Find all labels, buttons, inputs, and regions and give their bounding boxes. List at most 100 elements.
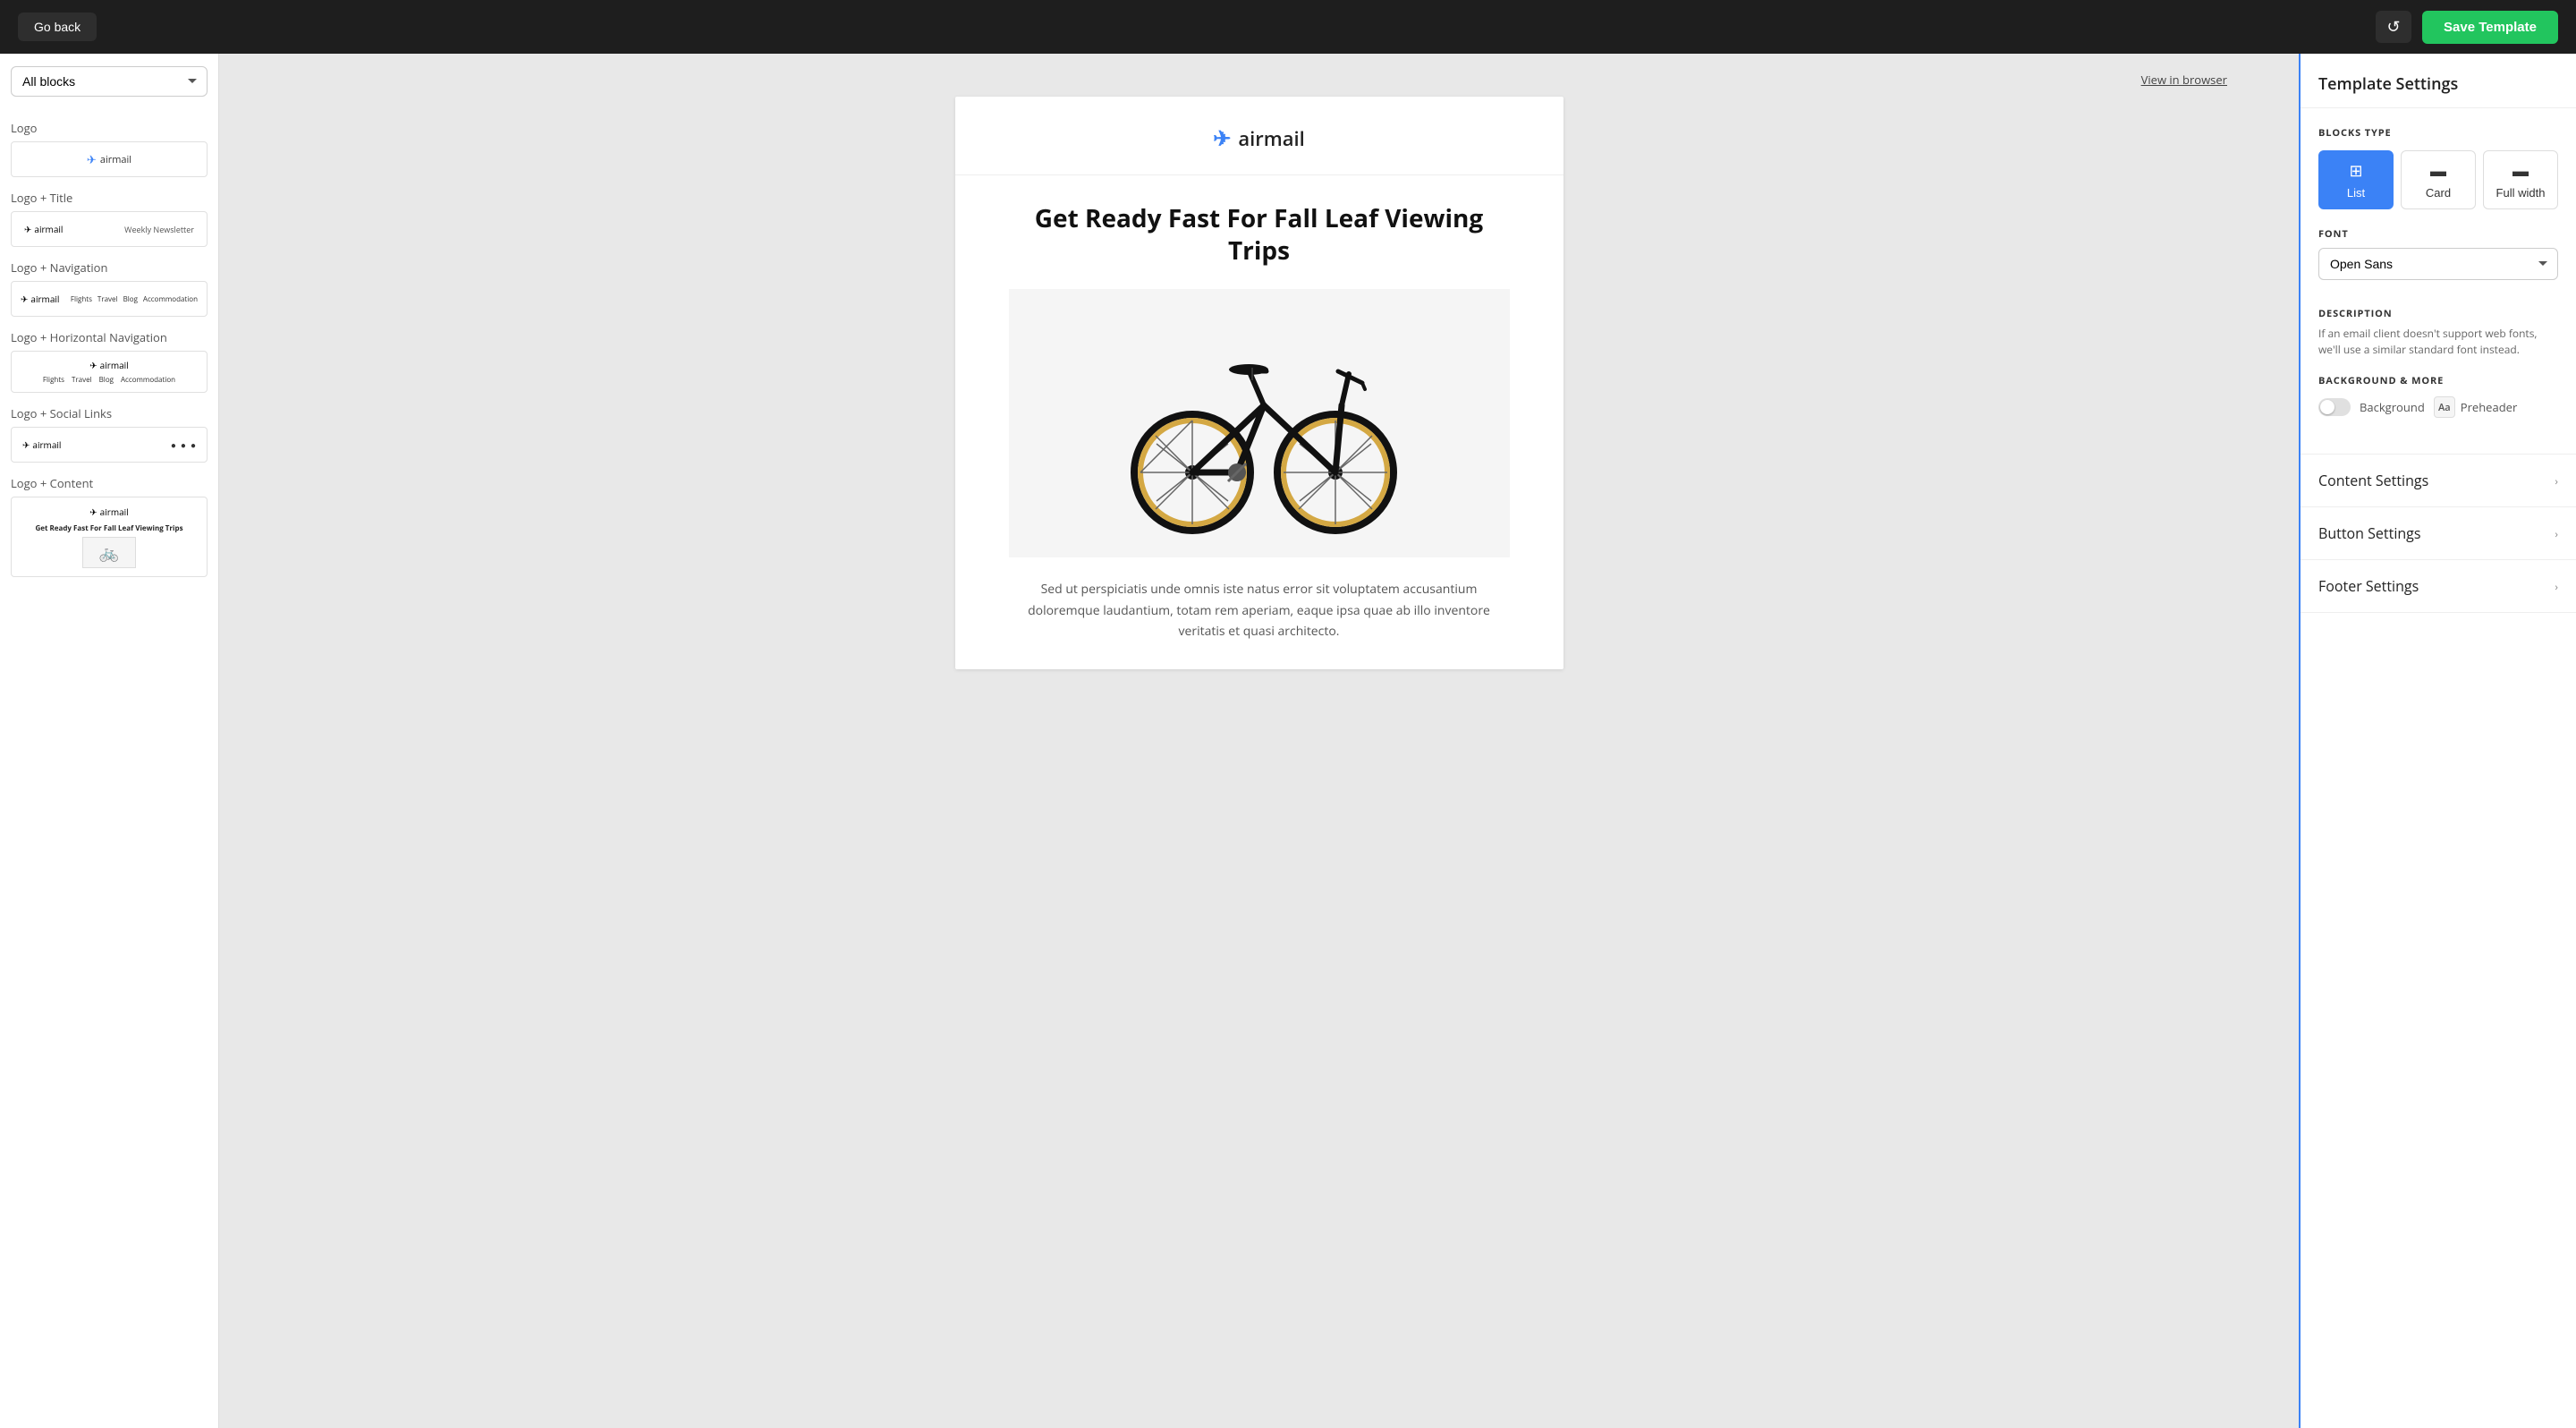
content-settings-label: Content Settings	[2318, 471, 2428, 490]
view-in-browser-link[interactable]: View in browser	[2141, 72, 2227, 88]
preheader-icon: Aa	[2434, 396, 2455, 418]
right-sidebar: Template Settings BLOCKS TYPE ⊞ List ▬ C…	[2299, 54, 2576, 1428]
nav-link-blog: Blog	[123, 294, 138, 304]
sidebar-label-logo-title: Logo + Title	[11, 190, 208, 206]
logo-text-sm4: airmail	[100, 359, 129, 371]
button-settings-accordion[interactable]: Button Settings ›	[2301, 507, 2576, 560]
block-type-fullwidth-button[interactable]: ▬ Full width	[2483, 150, 2558, 209]
bg-more-label: BACKGROUND & MORE	[2318, 374, 2558, 387]
blocks-dropdown[interactable]: All blocks	[11, 66, 208, 97]
email-bike-image	[1009, 289, 1510, 557]
social-logo: ✈ airmail	[22, 438, 61, 451]
sidebar-block-horiz-nav[interactable]: ✈ airmail Flights Travel Blog Accommodat…	[11, 351, 208, 393]
social-icons: ● ● ●	[171, 438, 196, 451]
content-logo-row: ✈ airmail	[89, 506, 128, 518]
bg-more-row: Background Aa Preheader	[2318, 396, 2558, 418]
hn-link-travel: Travel	[72, 375, 92, 385]
twitter-icon: ●	[181, 438, 186, 451]
sidebar-block-logo-content[interactable]: ✈ airmail Get Ready Fast For Fall Leaf V…	[11, 497, 208, 577]
logo-icon-sm: ✈	[87, 151, 97, 167]
preview-logo-nav: ✈ airmail Flights Travel Blog Accommodat…	[17, 293, 201, 305]
email-logo-text: airmail	[1238, 125, 1304, 152]
sidebar-block-logo-nav[interactable]: ✈ airmail Flights Travel Blog Accommodat…	[11, 281, 208, 317]
email-body: Get Ready Fast For Fall Leaf Viewing Tri…	[955, 175, 1563, 669]
font-section: FONT Open Sans Arial Georgia Helvetica	[2318, 227, 2558, 289]
go-back-button[interactable]: Go back	[18, 13, 97, 41]
email-preview: ✈ airmail Get Ready Fast For Fall Leaf V…	[955, 97, 1563, 669]
background-toggle[interactable]	[2318, 398, 2351, 416]
preheader-toggle[interactable]: Aa Preheader	[2434, 396, 2518, 418]
history-icon: ↺	[2387, 18, 2401, 37]
sidebar-block-logo-title[interactable]: ✈ airmail Weekly Newsletter	[11, 211, 208, 247]
block-type-list-button[interactable]: ⊞ List	[2318, 150, 2394, 209]
center-content: View in browser ✈ airmail Get Ready Fast…	[219, 54, 2299, 1428]
font-select[interactable]: Open Sans Arial Georgia Helvetica	[2318, 248, 2558, 280]
chevron-right-icon-content: ›	[2555, 473, 2558, 489]
email-logo-icon: ✈	[1213, 123, 1231, 153]
preview-logo: ✈ airmail	[87, 151, 131, 167]
logo-icon-sm3: ✈	[21, 293, 28, 305]
logo-icon-sm2: ✈	[24, 223, 31, 235]
logo-text-sm3: airmail	[30, 293, 59, 305]
right-sidebar-body: BLOCKS TYPE ⊞ List ▬ Card ▬ Full width F…	[2301, 108, 2576, 454]
logo-text-sm2: airmail	[34, 223, 63, 235]
block-type-card-button[interactable]: ▬ Card	[2401, 150, 2476, 209]
list-icon: ⊞	[2349, 162, 2362, 181]
fullwidth-icon: ▬	[2512, 162, 2529, 181]
footer-settings-accordion[interactable]: Footer Settings ›	[2301, 560, 2576, 613]
preview-horiz-nav: ✈ airmail Flights Travel Blog Accommodat…	[17, 359, 201, 385]
description-text: If an email client doesn't support web f…	[2318, 326, 2558, 358]
left-sidebar: All blocks Logo ✈ airmail Logo + Title ✈…	[0, 54, 219, 1428]
email-logo: ✈ airmail	[973, 123, 1546, 153]
logo-icon-sm4: ✈	[89, 359, 97, 371]
nav-link-travel: Travel	[97, 294, 118, 304]
sidebar-label-horiz-nav: Logo + Horizontal Navigation	[11, 329, 208, 345]
hn-link-flights: Flights	[43, 375, 64, 385]
topbar: Go back ↺ Save Template	[0, 0, 2576, 54]
footer-settings-label: Footer Settings	[2318, 576, 2419, 596]
button-settings-label: Button Settings	[2318, 523, 2420, 543]
logo-icon-sm6: ✈	[89, 506, 97, 518]
bike-svg	[1107, 307, 1411, 540]
logo-text-sm: airmail	[100, 153, 131, 166]
topbar-left: Go back	[18, 13, 97, 41]
content-preview-bike: 🚲	[82, 537, 136, 568]
logo-nav-links: Flights Travel Blog Accommodation	[71, 294, 198, 304]
sidebar-block-logo[interactable]: ✈ airmail	[11, 141, 208, 177]
email-body-text: Sed ut perspiciatis unde omnis iste natu…	[1009, 579, 1510, 642]
email-header: ✈ airmail	[955, 97, 1563, 175]
sidebar-label-logo-nav: Logo + Navigation	[11, 259, 208, 276]
block-type-card-label: Card	[2426, 186, 2451, 200]
chevron-right-icon-button: ›	[2555, 526, 2558, 541]
content-settings-accordion[interactable]: Content Settings ›	[2301, 455, 2576, 507]
template-settings-title: Template Settings	[2301, 54, 2576, 108]
preview-logo-title: ✈ airmail Weekly Newsletter	[17, 223, 201, 235]
horiz-nav-links-row: Flights Travel Blog Accommodation	[43, 375, 175, 385]
logo-nav-left: ✈ airmail	[21, 293, 59, 305]
font-label: FONT	[2318, 227, 2558, 241]
save-template-button[interactable]: Save Template	[2422, 11, 2558, 44]
history-button[interactable]: ↺	[2376, 11, 2411, 43]
content-preview-title: Get Ready Fast For Fall Leaf Viewing Tri…	[35, 523, 182, 533]
blocks-type-label: BLOCKS TYPE	[2318, 126, 2558, 140]
preheader-label: Preheader	[2461, 399, 2518, 415]
preview-logo-content: ✈ airmail Get Ready Fast For Fall Leaf V…	[17, 506, 201, 568]
logo-title-right: Weekly Newsletter	[124, 224, 194, 235]
hn-link-blog: Blog	[99, 375, 114, 385]
logo-text-sm5: airmail	[32, 438, 61, 451]
instagram-icon: ●	[191, 438, 196, 451]
email-title: Get Ready Fast For Fall Leaf Viewing Tri…	[1009, 202, 1510, 268]
logo-icon-sm5: ✈	[22, 438, 30, 451]
block-type-list-label: List	[2347, 186, 2365, 200]
hn-link-accommodation: Accommodation	[121, 375, 175, 385]
chevron-right-icon-footer: ›	[2555, 579, 2558, 594]
block-type-fullwidth-label: Full width	[2496, 186, 2546, 200]
horiz-nav-logo-row: ✈ airmail	[89, 359, 128, 371]
sidebar-block-social[interactable]: ✈ airmail ● ● ●	[11, 427, 208, 463]
logo-title-left: ✈ airmail	[24, 223, 63, 235]
description-label: DESCRIPTION	[2318, 307, 2558, 320]
background-label: Background	[2360, 399, 2425, 415]
card-icon: ▬	[2430, 162, 2446, 181]
sidebar-label-logo-content: Logo + Content	[11, 475, 208, 491]
facebook-icon: ●	[171, 438, 176, 451]
